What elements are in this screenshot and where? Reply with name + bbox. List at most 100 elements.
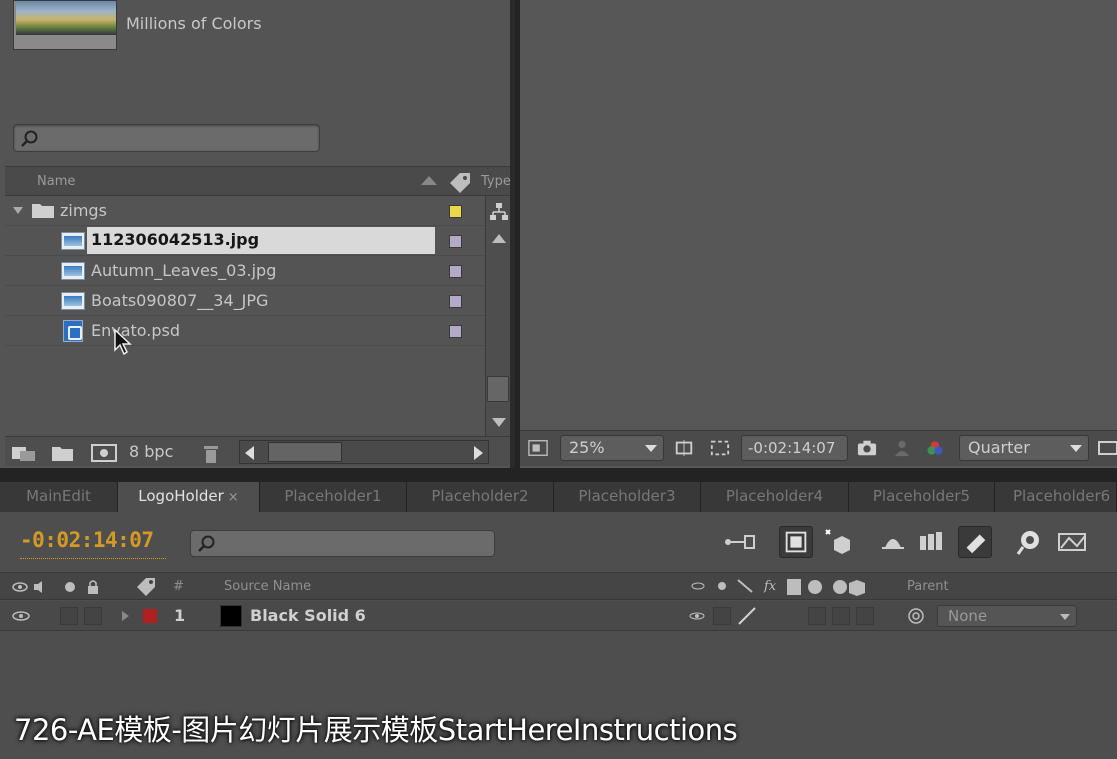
tab-mainedit[interactable]: MainEdit [0,482,118,512]
column-parent[interactable]: Parent [907,579,949,594]
expand-arrow-icon[interactable] [13,207,23,214]
column-effects: fx [764,579,777,594]
bit-depth-button[interactable]: 8 bpc [129,442,173,461]
item-name: Boats090807__34_JPG [91,291,269,310]
timeline-tabs: MainEdit LogoHolder × Placeholder1 Placeh… [0,482,1117,512]
scroll-thumb[interactable] [268,442,342,462]
av-features-icons [12,580,98,594]
layer-switches-icons [691,579,753,593]
layer-label-color[interactable] [143,609,157,623]
live-update-icon[interactable] [779,526,813,558]
layer-row[interactable]: 1 Black Solid 6 None [0,601,1117,631]
viewer-timecode[interactable]: -0:02:14:07 [741,435,848,461]
draft-3d-icon[interactable] [822,526,856,558]
motion-blur-switch[interactable] [832,607,850,625]
scroll-right-arrow[interactable] [474,446,483,460]
brainstorm-icon[interactable] [1012,526,1046,558]
label-swatch[interactable] [449,265,462,278]
project-column-header: Name Type [5,166,511,196]
folder-row[interactable]: zimgs [5,196,485,226]
list-item[interactable]: Autumn_Leaves_03.jpg [5,256,485,286]
mouse-cursor-icon [114,328,132,356]
tab-placeholder1[interactable]: Placeholder1 [260,482,407,512]
project-horizontal-scrollbar[interactable] [239,440,489,464]
list-item[interactable]: Envato.psd [5,316,485,346]
title-action-safe-icon[interactable] [674,439,694,457]
item-name: Envato.psd [91,321,181,340]
parent-dropdown[interactable]: None [937,605,1077,627]
scroll-down-arrow[interactable] [492,418,506,427]
shy-switch-icon[interactable] [688,609,708,623]
resolution-dropdown[interactable]: Quarter [959,435,1089,461]
tab-placeholder2[interactable]: Placeholder2 [407,482,554,512]
image-file-icon [61,232,85,250]
column-type[interactable]: Type [481,174,511,189]
tab-placeholder5[interactable]: Placeholder5 [849,482,995,512]
sort-ascending-icon[interactable] [421,176,437,185]
always-preview-icon[interactable] [528,439,548,457]
footage-info: Millions of Colors [126,14,262,33]
3d-layer-switch[interactable] [856,607,874,625]
layer-name[interactable]: Black Solid 6 [250,606,366,625]
tab-logoholder[interactable]: LogoHolder × [118,482,260,512]
trash-icon[interactable] [202,442,220,464]
item-name: 112306042513.jpg [87,227,435,254]
region-of-interest-icon[interactable] [710,439,730,457]
image-file-icon [61,262,85,280]
interpret-footage-icon[interactable] [11,444,37,462]
collapse-switch[interactable] [713,607,731,625]
timeline-search-input[interactable] [190,530,495,557]
scroll-up-arrow[interactable] [492,234,506,243]
column-source-name[interactable]: Source Name [224,579,311,594]
new-folder-icon[interactable] [51,444,75,462]
audio-switch[interactable] [60,607,78,625]
snapshot-camera-icon[interactable] [857,439,877,457]
tab-placeholder3[interactable]: Placeholder3 [554,482,701,512]
fast-previews-icon[interactable] [1098,439,1117,457]
color-channels-icon[interactable] [925,439,945,457]
tab-placeholder6[interactable]: Placeholder6 [995,482,1117,512]
visibility-eye-icon[interactable] [12,609,32,623]
close-icon[interactable]: × [228,490,239,505]
composition-mini-flowchart-icon[interactable] [722,526,756,558]
project-panel: Millions of Colors Name Type zimgs 11230… [0,0,515,468]
frame-blending-icon[interactable] [916,526,950,558]
current-time-display[interactable]: -0:02:14:07 [20,528,154,552]
column-name[interactable]: Name [37,174,75,189]
layer-number: 1 [174,606,186,625]
label-swatch[interactable] [449,235,462,248]
psd-file-icon [63,320,83,342]
hide-shy-layers-icon[interactable] [876,526,910,558]
scroll-left-arrow[interactable] [245,446,254,460]
graph-editor-icon[interactable] [1055,526,1089,558]
viewer-timecode-value: -0:02:14:07 [748,439,836,457]
label-swatch[interactable] [449,295,462,308]
tab-label: Placeholder4 [725,487,824,505]
pick-whip-icon[interactable] [907,607,925,625]
column-number: # [173,579,184,594]
magnification-dropdown[interactable]: 25% [560,435,664,461]
list-item[interactable]: Boats090807__34_JPG [5,286,485,316]
new-composition-icon[interactable] [91,444,117,462]
quality-switch-icon[interactable] [736,606,758,626]
motion-blur-icon[interactable] [958,526,992,558]
list-item[interactable]: 112306042513.jpg [5,226,485,256]
composition-viewer[interactable]: 25% -0:02:14:07 Quarter [520,0,1117,468]
image-file-icon [61,292,85,310]
show-snapshot-icon[interactable] [892,439,912,457]
label-swatch[interactable] [449,205,462,218]
flowchart-icon[interactable] [489,202,509,222]
frame-blend-switch[interactable] [808,607,826,625]
label-tag-icon[interactable] [446,170,474,194]
project-vertical-scrollbar[interactable] [485,196,510,436]
item-name: Autumn_Leaves_03.jpg [91,261,277,280]
tab-placeholder4[interactable]: Placeholder4 [701,482,849,512]
scroll-thumb[interactable] [487,376,509,402]
label-swatch[interactable] [449,325,462,338]
expand-arrow-icon[interactable] [122,611,129,621]
label-tag-icon [137,578,155,596]
project-search-input[interactable] [13,124,320,152]
tab-label: Placeholder3 [578,487,676,505]
folder-name: zimgs [60,201,107,220]
solo-switch[interactable] [84,607,102,625]
